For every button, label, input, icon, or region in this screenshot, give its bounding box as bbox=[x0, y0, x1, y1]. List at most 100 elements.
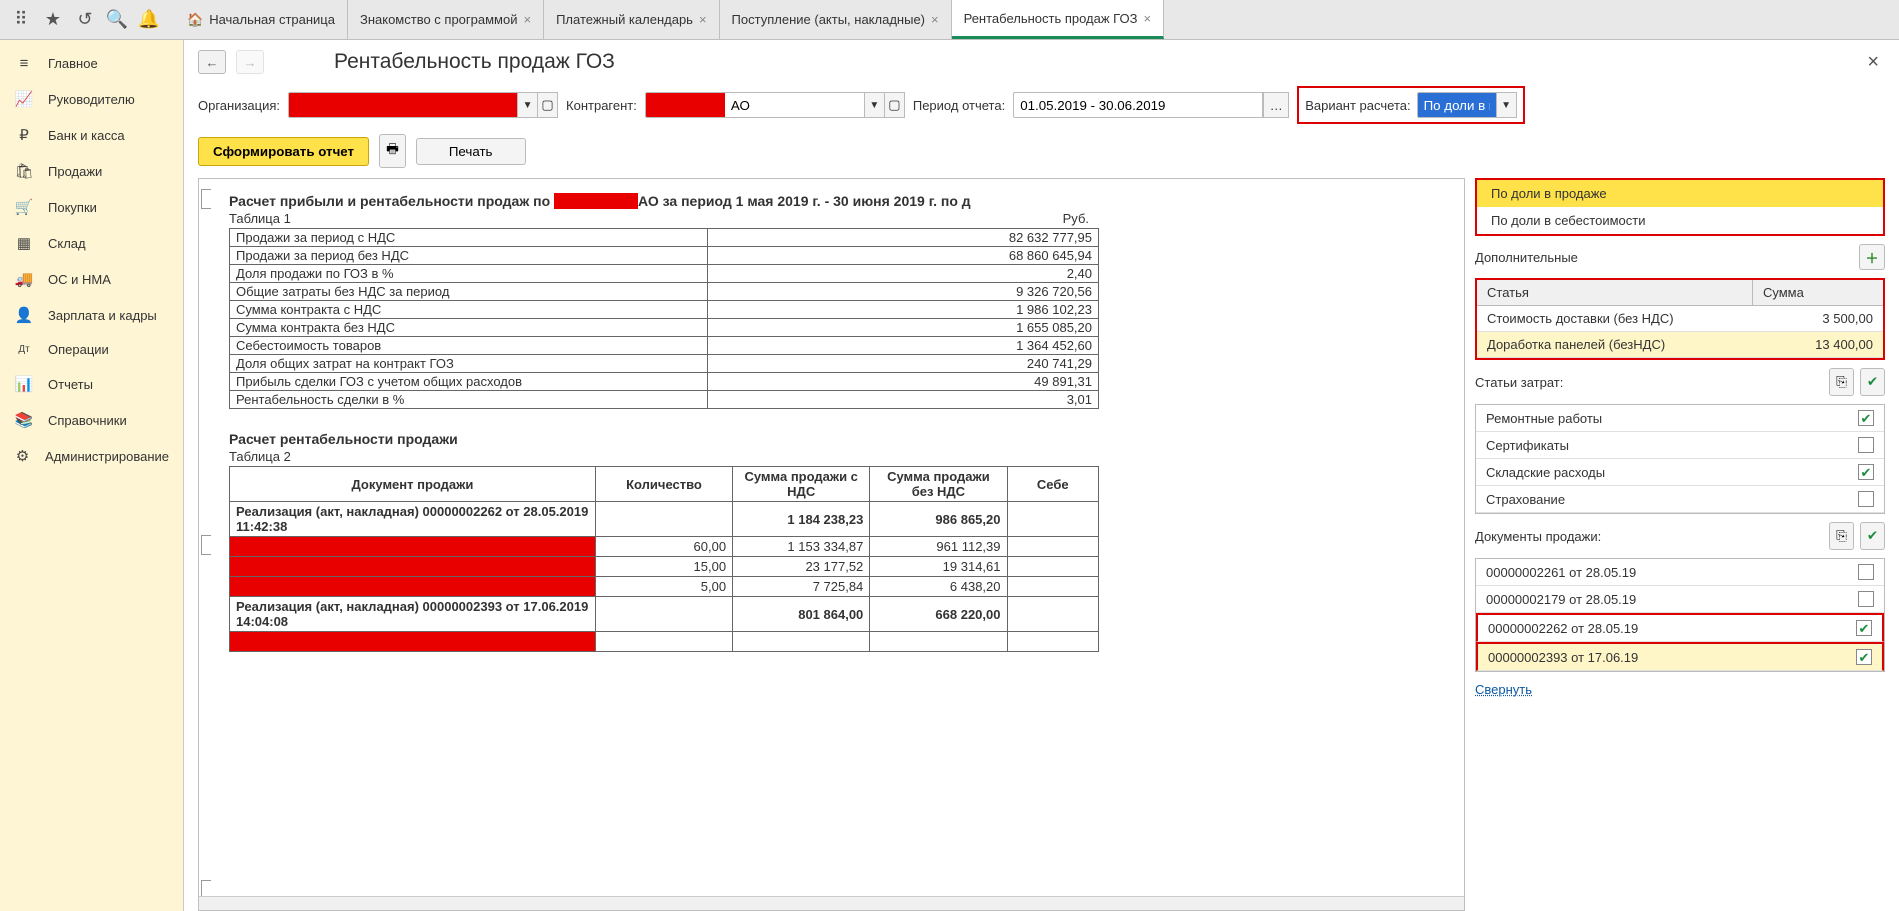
contr-input[interactable] bbox=[725, 92, 865, 118]
t1-name: Доля продажи по ГОЗ в % bbox=[230, 265, 708, 283]
tab-home[interactable]: 🏠 Начальная страница bbox=[175, 0, 348, 39]
org-input[interactable] bbox=[288, 92, 518, 118]
redacted-cell bbox=[230, 557, 596, 577]
close-icon[interactable]: × bbox=[699, 12, 707, 27]
grid-row[interactable]: Стоимость доставки (без НДС) 3 500,00 bbox=[1477, 306, 1883, 332]
sidebar-item-manager[interactable]: 📈Руководителю bbox=[0, 81, 183, 117]
collapse-link[interactable]: Свернуть bbox=[1475, 678, 1885, 701]
page-title: Рентабельность продаж ГОЗ bbox=[334, 50, 1851, 74]
sidebar-item-stock[interactable]: ▦Склад bbox=[0, 225, 183, 261]
doc-row[interactable]: 00000002179 от 28.05.19 bbox=[1476, 586, 1884, 613]
form-report-button[interactable]: Сформировать отчет bbox=[198, 137, 369, 166]
period-input[interactable] bbox=[1013, 92, 1263, 118]
add-button[interactable]: ＋ bbox=[1859, 244, 1885, 270]
title-suffix: АО за период 1 мая 2019 г. - 30 июня 201… bbox=[638, 193, 971, 209]
grid-row[interactable]: Доработка панелей (безНДС) 13 400,00 bbox=[1477, 332, 1883, 358]
variant-input[interactable] bbox=[1417, 92, 1497, 118]
col-article[interactable]: Статья bbox=[1477, 280, 1753, 305]
cost-row[interactable]: Складские расходы bbox=[1476, 459, 1884, 486]
sidebar-item-admin[interactable]: ⚙Администрирование bbox=[0, 438, 183, 474]
bell-icon[interactable]: 🔔 bbox=[133, 4, 165, 36]
doc-row[interactable]: 00000002262 от 28.05.19 bbox=[1476, 613, 1884, 642]
close-page-button[interactable]: × bbox=[1861, 51, 1885, 74]
checkbox[interactable] bbox=[1858, 564, 1874, 580]
t1-name: Рентабельность сделки в % bbox=[230, 391, 708, 409]
cost-name: Складские расходы bbox=[1486, 465, 1605, 480]
apps-icon[interactable]: ⠿ bbox=[5, 4, 37, 36]
t1-val: 49 891,31 bbox=[707, 373, 1098, 391]
horizontal-scrollbar[interactable] bbox=[199, 896, 1464, 910]
t1-name: Сумма контракта с НДС bbox=[230, 301, 708, 319]
dropdown-option[interactable]: По доли в себестоимости bbox=[1477, 207, 1883, 234]
tab-intro[interactable]: Знакомство с программой × bbox=[348, 0, 544, 39]
tab-receipts[interactable]: Поступление (акты, накладные) × bbox=[720, 0, 952, 39]
sidebar-item-hr[interactable]: 👤Зарплата и кадры bbox=[0, 297, 183, 333]
sidebar-item-reports[interactable]: 📊Отчеты bbox=[0, 366, 183, 402]
checkbox[interactable] bbox=[1856, 649, 1872, 665]
checkbox[interactable] bbox=[1858, 491, 1874, 507]
close-icon[interactable]: × bbox=[1143, 11, 1151, 26]
t2-col[interactable]: Количество bbox=[595, 467, 732, 502]
table2-caption: Таблица 2 bbox=[229, 449, 1434, 464]
t1-val: 3,01 bbox=[707, 391, 1098, 409]
report-scroll[interactable]: Расчет прибыли и рентабельности продаж п… bbox=[199, 179, 1464, 910]
cost-row[interactable]: Ремонтные работы bbox=[1476, 405, 1884, 432]
doc-row[interactable]: 00000002393 от 17.06.19 bbox=[1476, 642, 1884, 671]
contr-dropdown-button[interactable]: ▼ bbox=[865, 92, 885, 118]
sidebar-item-label: ОС и НМА bbox=[48, 272, 111, 287]
costs-label: Статьи затрат: bbox=[1475, 373, 1563, 392]
table1: Продажи за период с НДС82 632 777,95Прод… bbox=[229, 228, 1099, 409]
t2-s1: 801 864,00 bbox=[733, 597, 870, 632]
t2-s2: 6 438,20 bbox=[870, 577, 1007, 597]
sidebar-item-catalogs[interactable]: 📚Справочники bbox=[0, 402, 183, 438]
doc-row[interactable]: 00000002261 от 28.05.19 bbox=[1476, 559, 1884, 586]
close-icon[interactable]: × bbox=[931, 12, 939, 27]
sidebar-item-bank[interactable]: ₽Банк и касса bbox=[0, 117, 183, 153]
dropdown-option[interactable]: По доли в продаже bbox=[1477, 180, 1883, 207]
history-icon[interactable]: ↺ bbox=[69, 4, 101, 36]
t2-col[interactable]: Документ продажи bbox=[230, 467, 596, 502]
t2-s1: 1 184 238,23 bbox=[733, 502, 870, 537]
sidebar-item-purchases[interactable]: 🛒Покупки bbox=[0, 189, 183, 225]
sidebar-item-sales[interactable]: 🛍Продажи bbox=[0, 153, 183, 189]
close-icon[interactable]: × bbox=[523, 12, 531, 27]
t2-col[interactable]: Сумма продажи без НДС bbox=[870, 467, 1007, 502]
check-all-button[interactable]: ✔ bbox=[1860, 522, 1885, 550]
checkbox[interactable] bbox=[1858, 591, 1874, 607]
checkbox[interactable] bbox=[1856, 620, 1872, 636]
copy-button[interactable]: ⎘ bbox=[1829, 522, 1854, 550]
tab-label: Рентабельность продаж ГОЗ bbox=[964, 11, 1138, 26]
star-icon[interactable]: ★ bbox=[37, 4, 69, 36]
sidebar-item-main[interactable]: ≡Главное bbox=[0, 46, 183, 81]
sidebar-item-label: Администрирование bbox=[45, 449, 169, 464]
variant-dropdown-button[interactable]: ▼ bbox=[1497, 92, 1517, 118]
cost-row[interactable]: Страхование bbox=[1476, 486, 1884, 513]
check-all-button[interactable]: ✔ bbox=[1860, 368, 1885, 396]
title-prefix: Расчет прибыли и рентабельности продаж п… bbox=[229, 193, 554, 209]
cart-icon: 🛒 bbox=[14, 198, 34, 216]
checkbox[interactable] bbox=[1858, 410, 1874, 426]
nav-back-button[interactable]: ← bbox=[198, 50, 226, 74]
t2-col[interactable]: Сумма продажи с НДС bbox=[733, 467, 870, 502]
copy-button[interactable]: ⎘ bbox=[1829, 368, 1854, 396]
org-dropdown-button[interactable]: ▼ bbox=[518, 92, 538, 118]
print-button[interactable]: Печать bbox=[416, 138, 526, 165]
checkbox[interactable] bbox=[1858, 464, 1874, 480]
sidebar-item-assets[interactable]: 🚚ОС и НМА bbox=[0, 261, 183, 297]
nav-forward-button[interactable]: → bbox=[236, 50, 264, 74]
contr-popout-button[interactable]: ▢ bbox=[885, 92, 905, 118]
org-popout-button[interactable]: ▢ bbox=[538, 92, 558, 118]
col-sum[interactable]: Сумма bbox=[1753, 280, 1883, 305]
period-picker-button[interactable]: … bbox=[1263, 92, 1289, 118]
sidebar-item-operations[interactable]: ДтОперации bbox=[0, 333, 183, 366]
cost-row[interactable]: Сертификаты bbox=[1476, 432, 1884, 459]
checkbox[interactable] bbox=[1858, 437, 1874, 453]
t2-col[interactable]: Себе bbox=[1007, 467, 1099, 502]
t1-name: Прибыль сделки ГОЗ с учетом общих расход… bbox=[230, 373, 708, 391]
tab-profitability[interactable]: Рентабельность продаж ГОЗ × bbox=[952, 0, 1164, 39]
tab-calendar[interactable]: Платежный календарь × bbox=[544, 0, 719, 39]
t2-cost bbox=[1007, 577, 1099, 597]
print-icon-button[interactable]: 🖶 bbox=[379, 134, 406, 168]
contr-input-red[interactable] bbox=[645, 92, 725, 118]
search-icon[interactable]: 🔍 bbox=[101, 4, 133, 36]
